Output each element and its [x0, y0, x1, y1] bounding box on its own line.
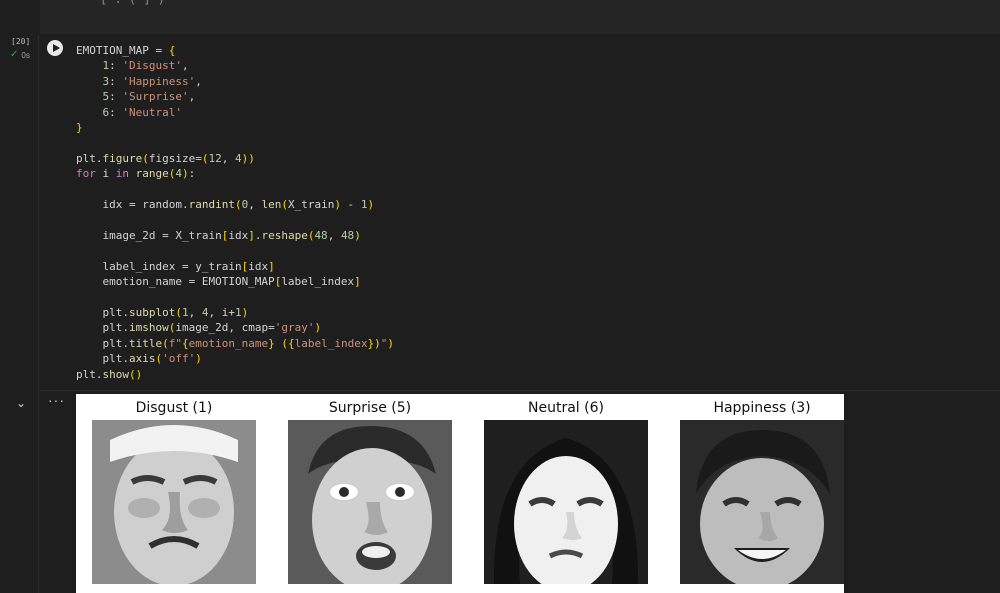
subplot-title: Surprise (5): [328, 400, 412, 416]
face-image: [484, 420, 648, 584]
face-image: [680, 420, 844, 584]
code-line: 5: 'Surprise',: [102, 90, 196, 104]
code-line: EMOTION_MAP = {: [76, 44, 176, 57]
code-line: plt.figure(figsize=(12, 4)): [76, 151, 255, 165]
code-line: plt.title(f"{emotion_name} ({label_index…: [76, 336, 394, 350]
code-line: image_2d = X_train[idx].reshape(48, 48): [76, 228, 361, 242]
code-line: plt.subplot(1, 4, i+1): [76, 305, 249, 319]
code-editor[interactable]: EMOTION_MAP = { 1: 'Disgust', 3: 'Happin…: [76, 43, 394, 382]
code-line: idx = random.randint(0, len(X_train) - 1…: [76, 198, 375, 212]
code-line: 6: 'Neutral': [102, 105, 182, 119]
execution-time: 0s: [21, 50, 30, 60]
code-line: 3: 'Happiness',: [102, 74, 202, 88]
code-line: plt.show(): [76, 367, 143, 381]
run-cell-button[interactable]: [47, 40, 63, 56]
code-line: label_index = y_train[idx]: [76, 259, 275, 273]
subplot-title: Neutral (6): [528, 400, 604, 416]
code-line: }: [76, 121, 83, 135]
subplot-2: Surprise (5): [280, 394, 460, 593]
previous-cell[interactable]: [ : ( ] ): [40, 0, 1000, 34]
execution-status: ✓ 0s: [10, 50, 30, 60]
code-line: emotion_name = EMOTION_MAP[label_index]: [76, 275, 361, 289]
subplot-3: Neutral (6): [476, 394, 656, 593]
previous-cell-partial-code: [ : ( ] ): [100, 0, 165, 6]
subplot-4: Happiness (3): [672, 394, 852, 593]
code-line: plt.axis('off'): [76, 352, 202, 366]
check-icon: ✓: [10, 49, 19, 60]
code-line: plt.imshow(image_2d, cmap='gray'): [76, 321, 322, 335]
subplot-title: Disgust (1): [135, 400, 213, 416]
more-horizontal-icon[interactable]: ···: [48, 393, 65, 407]
code-line: 1: 'Disgust',: [102, 59, 189, 73]
face-image: [288, 420, 452, 584]
execution-count: [20]: [11, 37, 31, 46]
subplot-1: Disgust (1): [84, 394, 264, 593]
subplot-title: Happiness (3): [713, 400, 811, 416]
cell-gutter: [0, 36, 39, 593]
code-line: for i in range(4):: [76, 167, 196, 181]
output-figure: Disgust (1) Surprise (5) Neutral (6) Hap…: [76, 394, 844, 593]
face-image: [92, 420, 256, 584]
chevron-down-icon[interactable]: ⌄: [14, 396, 28, 410]
